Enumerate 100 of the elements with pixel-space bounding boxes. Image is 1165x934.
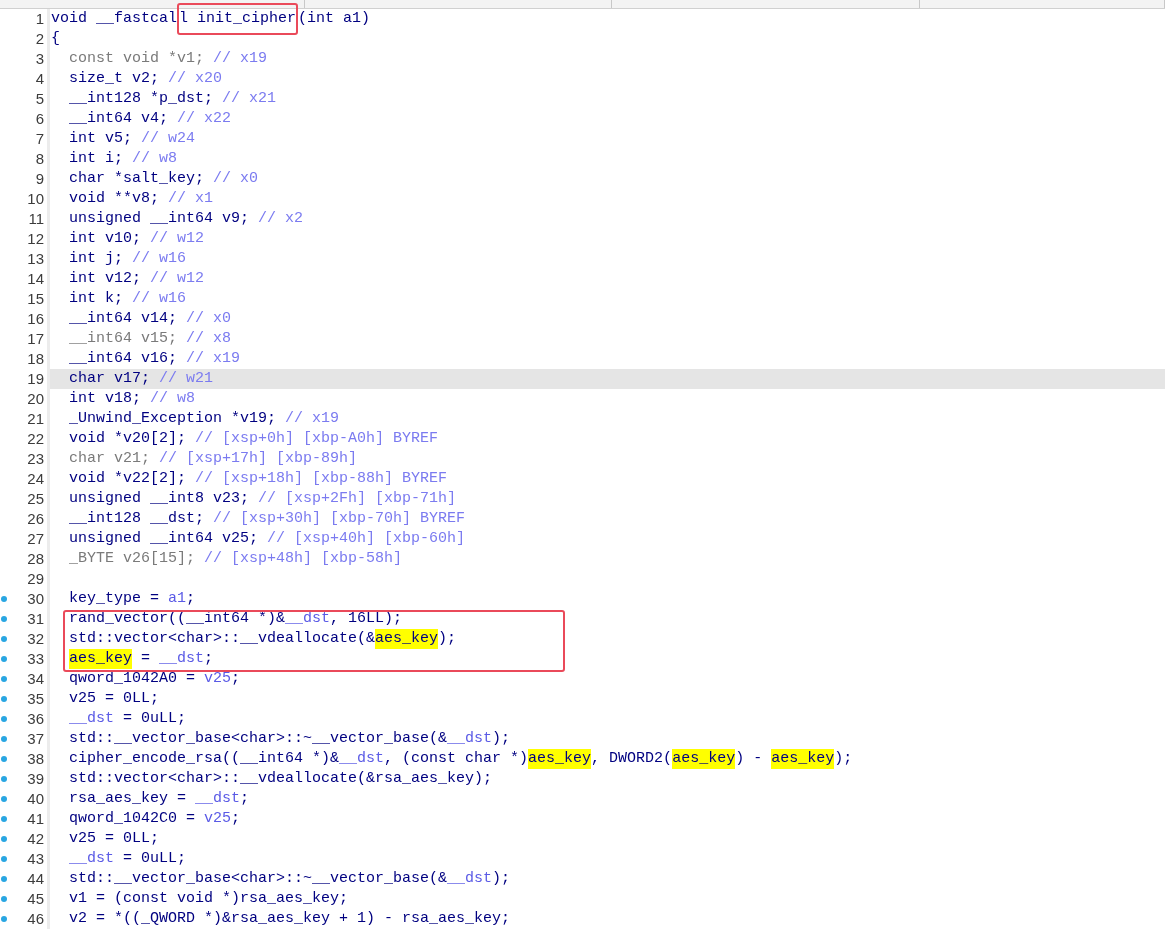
code-token: cipher_encode_rsa((__int64 *)& [69, 749, 340, 769]
code-token: __int128 *p_dst; [69, 89, 214, 109]
code-token: // w12 [149, 229, 205, 249]
code-token: // w24 [140, 129, 196, 149]
line-number: 22 [27, 429, 44, 449]
line-number: 13 [27, 249, 44, 269]
line-number: 21 [27, 409, 44, 429]
code-token: // [xsp+40h] [xbp-60h] [266, 529, 466, 549]
code-token: v25 [204, 669, 232, 689]
line-number: 31 [27, 609, 44, 629]
breakpoint-dot-icon[interactable] [1, 756, 7, 762]
code-token: __dst [69, 849, 114, 869]
code-token: __dst [285, 609, 331, 629]
line-number: 11 [28, 209, 44, 229]
code-token: __dst [69, 709, 114, 729]
code-token: __dst [447, 729, 493, 749]
code-token: v25 = 0LL; [69, 689, 159, 709]
code-token: void *v20[2]; [69, 429, 187, 449]
highlighted-identifier: aes_key [528, 749, 592, 769]
breakpoint-dot-icon[interactable] [1, 696, 7, 702]
code-token: unsigned __int8 v23; [69, 489, 250, 509]
breakpoint-dot-icon[interactable] [1, 896, 7, 902]
line-number: 18 [27, 349, 44, 369]
breakpoint-dot-icon[interactable] [1, 816, 7, 822]
line-number: 41 [27, 809, 44, 829]
line-number: 34 [27, 669, 44, 689]
code-token: std::__vector_base<char>::~__vector_base(& [69, 869, 448, 889]
code-token: int v12; [69, 269, 141, 289]
code-token: // w16 [131, 249, 187, 269]
code-token: int v5; [69, 129, 132, 149]
code-token: __dst [195, 789, 241, 809]
breakpoint-dot-icon[interactable] [1, 916, 7, 922]
line-number: 28 [27, 549, 44, 569]
code-token: char *salt_key; [69, 169, 205, 189]
code-token: ); [492, 869, 511, 889]
line-number: 20 [27, 389, 44, 409]
line-number: 9 [35, 169, 44, 189]
code-token: qword_1042C0 = [69, 809, 197, 829]
code-token: , (const char *) [384, 749, 529, 769]
code-token: = 0uLL; [122, 709, 187, 729]
code-token: , 16LL); [330, 609, 403, 629]
breakpoint-dot-icon[interactable] [1, 796, 7, 802]
code-token: // w8 [149, 389, 196, 409]
line-number: 35 [27, 689, 44, 709]
code-token: size_t v2; [69, 69, 159, 89]
breakpoint-dot-icon[interactable] [1, 736, 7, 742]
code-token: // x1 [167, 189, 214, 209]
line-number: 1 [35, 9, 44, 29]
breakpoint-dot-icon[interactable] [1, 776, 7, 782]
code-token: int v10; [69, 229, 141, 249]
breakpoint-dot-icon[interactable] [1, 676, 7, 682]
code-token: a1 [168, 589, 187, 609]
line-number: 25 [27, 489, 44, 509]
code-token: ) - [735, 749, 764, 769]
code-token: std::__vector_base<char>::~__vector_base(& [69, 729, 448, 749]
line-number: 33 [27, 649, 44, 669]
code-token: _BYTE v26[15]; [69, 549, 196, 569]
breakpoint-dot-icon[interactable] [1, 636, 7, 642]
code-token: __int64 v14; [69, 309, 178, 329]
code-token: = 0uLL; [122, 849, 187, 869]
code-token: rand_vector((__int64 *)& [69, 609, 286, 629]
code-token: // x2 [257, 209, 304, 229]
boxed-function-name: l init_cipher [177, 3, 299, 35]
code-token: // x19 [212, 49, 268, 69]
line-number: 36 [27, 709, 44, 729]
line-number: 40 [27, 789, 44, 809]
line-number: 46 [27, 909, 44, 929]
line-number: 32 [27, 629, 44, 649]
code-token: // [xsp+30h] [xbp-70h] BYREF [212, 509, 466, 529]
line-number: 26 [27, 509, 44, 529]
code-token: rsa_aes_key = [69, 789, 188, 809]
line-number: 23 [27, 449, 44, 469]
line-number: 44 [27, 869, 44, 889]
code-token: unsigned __int64 v25; [69, 529, 259, 549]
breakpoint-dot-icon[interactable] [1, 716, 7, 722]
breakpoint-dot-icon[interactable] [1, 596, 7, 602]
code-token: (int a1) [298, 9, 371, 29]
code-token: char v17; [69, 369, 150, 389]
code-token: ); [492, 729, 511, 749]
breakpoint-dot-icon[interactable] [1, 876, 7, 882]
code-token: __int64 v15; [69, 329, 178, 349]
line-number: 19 [27, 369, 44, 389]
line-number: 38 [27, 749, 44, 769]
code-token: ; [186, 589, 196, 609]
breakpoint-dot-icon[interactable] [1, 616, 7, 622]
line-number: 43 [27, 849, 44, 869]
breakpoint-dot-icon[interactable] [1, 856, 7, 862]
code-token: // w16 [131, 289, 187, 309]
code-token: // x21 [221, 89, 277, 109]
code-token: __int128 __dst; [69, 509, 205, 529]
breakpoint-dot-icon[interactable] [1, 656, 7, 662]
highlighted-identifier: aes_key [375, 629, 439, 649]
breakpoint-dot-icon[interactable] [1, 836, 7, 842]
code-token: = [140, 649, 152, 669]
code-token: // x20 [167, 69, 223, 89]
highlighted-identifier: aes_key [771, 749, 835, 769]
line-number: 27 [27, 529, 44, 549]
code-token: // x0 [185, 309, 232, 329]
code-token: // w12 [149, 269, 205, 289]
code-token: // [xsp+2Fh] [xbp-71h] [257, 489, 457, 509]
